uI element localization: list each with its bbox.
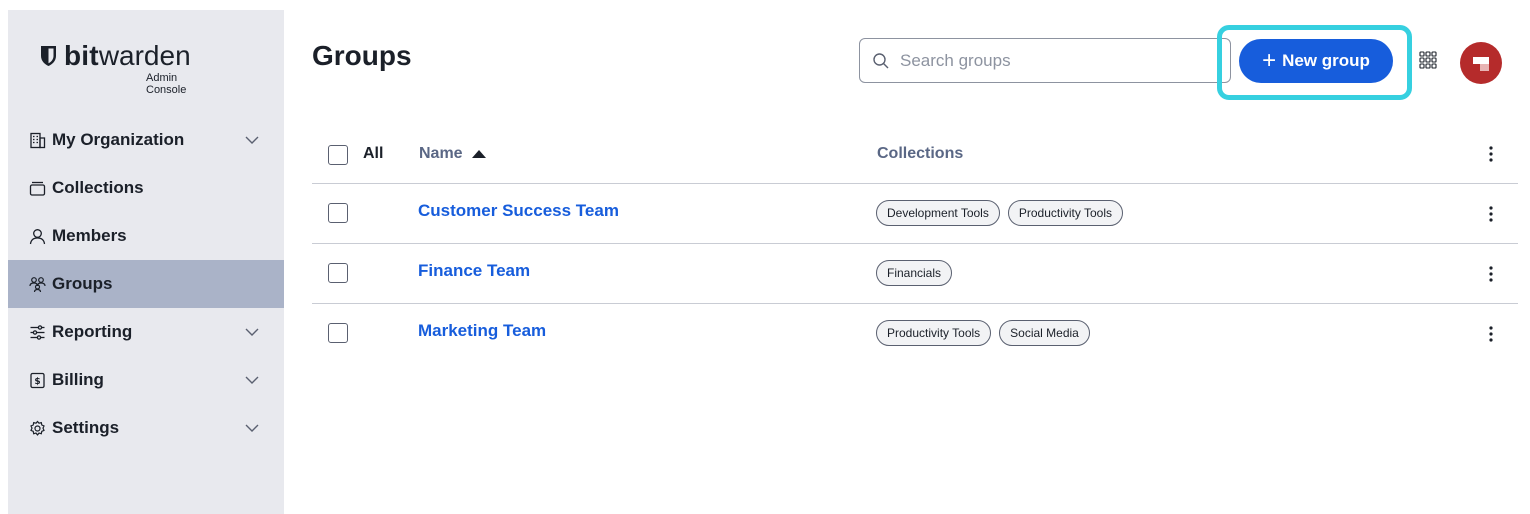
- sidebar-item-members[interactable]: Members: [8, 212, 284, 260]
- search-input[interactable]: [900, 50, 1200, 71]
- gear-icon: [28, 419, 46, 437]
- sidebar-item-my-organization[interactable]: My Organization: [8, 116, 284, 164]
- bitwarden-logo[interactable]: bit warden Admin Console: [40, 40, 220, 100]
- sort-ascending-icon: [471, 150, 486, 158]
- collection-chip: Productivity Tools: [1007, 200, 1123, 226]
- chevron-down-icon[interactable]: [244, 373, 260, 387]
- new-group-button[interactable]: + New group: [1239, 39, 1393, 83]
- collection-chips: Financials: [876, 260, 953, 286]
- user-icon: [28, 227, 46, 245]
- chevron-down-icon[interactable]: [244, 133, 260, 147]
- groups-icon: [28, 275, 46, 293]
- row-checkbox[interactable]: [328, 323, 348, 343]
- sidebar-item-settings[interactable]: Settings: [8, 404, 284, 452]
- chevron-down-icon[interactable]: [244, 421, 260, 435]
- table-header: All Name Collections: [312, 128, 1518, 184]
- column-header-name[interactable]: Name: [419, 145, 487, 163]
- more-options-icon[interactable]: [1484, 264, 1498, 284]
- group-name-link[interactable]: Finance Team: [418, 261, 530, 281]
- group-name-link[interactable]: Marketing Team: [418, 321, 546, 341]
- row-checkbox[interactable]: [328, 263, 348, 283]
- collection-chip: Development Tools: [876, 200, 1000, 226]
- select-all-label[interactable]: All: [363, 145, 383, 163]
- sidebar-item-label: Billing: [52, 370, 104, 389]
- sidebar-item-reporting[interactable]: Reporting: [8, 308, 284, 356]
- shield-icon: [41, 46, 56, 66]
- logo-text-bold: bit: [64, 40, 99, 71]
- sidebar-item-collections[interactable]: Collections: [8, 164, 284, 212]
- more-options-icon[interactable]: [1484, 144, 1498, 164]
- groups-table: All Name Collections Customer Success Te…: [312, 128, 1518, 364]
- sidebar-item-label: Groups: [52, 274, 113, 293]
- sidebar-item-label: Reporting: [52, 322, 133, 341]
- collection-chip: Financials: [876, 260, 953, 286]
- avatar[interactable]: [1460, 42, 1502, 84]
- more-options-icon[interactable]: [1484, 324, 1498, 344]
- row-checkbox[interactable]: [328, 203, 348, 223]
- search-box[interactable]: [859, 38, 1231, 83]
- more-options-icon[interactable]: [1484, 204, 1498, 224]
- product-switcher-icon[interactable]: [1418, 50, 1438, 70]
- table-row: Customer Success Team Development Tools …: [312, 184, 1518, 244]
- column-header-collections: Collections: [877, 145, 964, 162]
- sidebar: bitwarden Admin Console My Organization: [8, 10, 284, 514]
- collection-chip: Productivity Tools: [876, 320, 992, 346]
- billing-icon: $: [28, 371, 46, 389]
- select-all-checkbox[interactable]: [328, 145, 348, 165]
- collection-chips: Productivity Tools Social Media: [876, 320, 1090, 346]
- logo-text-regular: warden: [98, 40, 191, 71]
- group-name-link[interactable]: Customer Success Team: [418, 201, 619, 221]
- chevron-down-icon[interactable]: [244, 325, 260, 339]
- sidebar-item-label: My Organization: [52, 130, 185, 149]
- sidebar-nav: My Organization Collections Members Grou…: [8, 116, 284, 452]
- plus-icon: +: [1262, 47, 1277, 74]
- table-row: Finance Team Financials: [312, 244, 1518, 304]
- sidebar-item-groups[interactable]: Groups: [8, 260, 284, 308]
- new-group-button-label: New group: [1282, 51, 1370, 70]
- sliders-icon: [28, 323, 46, 341]
- organization-icon: [28, 131, 46, 149]
- table-row: Marketing Team Productivity Tools Social…: [312, 304, 1518, 364]
- logo-subtitle: Admin Console: [146, 72, 187, 96]
- page-title: Groups: [312, 40, 412, 71]
- sidebar-item-billing[interactable]: $ Billing: [8, 356, 284, 404]
- collection-chips: Development Tools Productivity Tools: [876, 200, 1123, 226]
- sidebar-item-label: Settings: [52, 418, 120, 437]
- svg-text:$: $: [34, 377, 40, 387]
- search-icon: [873, 52, 889, 68]
- column-header-name-label: Name: [419, 145, 463, 162]
- collection-chip: Social Media: [999, 320, 1090, 346]
- sidebar-item-label: Collections: [52, 178, 144, 197]
- collections-icon: [28, 179, 46, 197]
- avatar-image: [1473, 57, 1489, 71]
- sidebar-item-label: Members: [52, 226, 127, 245]
